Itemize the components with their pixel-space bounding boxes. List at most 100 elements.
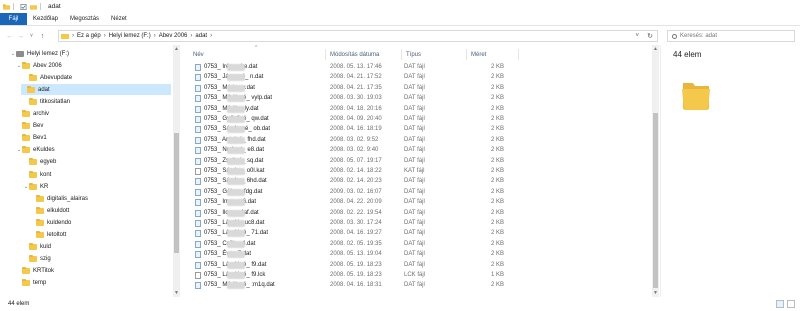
file-row[interactable]: 0753_ Sándor_ 6hd.dat2008. 02. 14. 20:23… — [193, 177, 643, 188]
large-icons-view-button[interactable] — [787, 300, 795, 308]
file-size: 2 KB — [491, 209, 505, 216]
tree-item[interactable]: temp — [16, 278, 46, 289]
dat-file-icon — [195, 84, 201, 92]
breadcrumb-item[interactable]: adat — [195, 33, 207, 39]
tree-item[interactable]: archiv — [16, 109, 49, 120]
breadcrumb-item[interactable]: Helyi lemez (F:) — [109, 33, 151, 39]
ribbon-tab[interactable]: Kezdőlap — [27, 13, 64, 25]
tree-item[interactable]: kuldendo — [30, 217, 71, 228]
tab-file[interactable]: Fájl — [0, 13, 27, 25]
file-row[interactable]: 0753_ Jánosné_ n.dat2008. 04. 21. 17:52D… — [193, 73, 643, 84]
file-type: DAT fájl — [404, 84, 425, 91]
tree-item[interactable]: kont — [23, 169, 51, 180]
file-row[interactable]: 0753_ Mária_ y.dat2008. 04. 21. 17:35DAT… — [193, 84, 643, 95]
file-size: 2 KB — [491, 147, 505, 154]
scroll-up-arrow[interactable]: ▲ — [173, 46, 180, 52]
scroll-down-arrow[interactable]: ▼ — [173, 290, 180, 296]
tree-item[interactable]: ⌄ KR — [23, 181, 48, 192]
column-divider[interactable] — [466, 49, 467, 60]
folder-icon — [36, 231, 44, 238]
tree-item[interactable]: ⌄ Abev 2006 — [16, 60, 62, 71]
file-row[interactable]: 0753_ Mihályné_ vylp.dat2008. 03. 30. 19… — [193, 94, 643, 105]
tree-item[interactable]: elkuldott — [30, 205, 69, 216]
chevron-down-icon[interactable]: ˅ — [635, 33, 639, 39]
file-list-scrollbar[interactable]: ▲ ▼ — [652, 45, 659, 297]
redacted-block — [227, 84, 245, 92]
file-row[interactable]: 0753_ Irén_ uke.dat2008. 05. 13. 17:46DA… — [193, 63, 643, 74]
search-input[interactable]: Keresés: adat — [667, 30, 795, 42]
file-size: 2 KB — [491, 199, 505, 206]
scroll-down-arrow[interactable]: ▼ — [652, 290, 659, 296]
file-row[interactable]: 0753_ Gábor_ fdg.dat2009. 03. 02. 16:07D… — [193, 188, 643, 199]
column-divider[interactable] — [518, 49, 519, 60]
file-type: DAT fájl — [404, 209, 425, 216]
file-row[interactable]: 0753_ Ilona_ 4af.dat2008. 02. 22. 19:54D… — [193, 209, 643, 220]
redacted-block — [227, 199, 245, 207]
chevron-right-icon[interactable]: › — [190, 33, 192, 39]
tree-item[interactable]: Bev1 — [16, 133, 47, 144]
tree-item[interactable]: letoltott — [30, 230, 66, 241]
scroll-up-arrow[interactable]: ▲ — [652, 46, 659, 52]
forward-button[interactable]: → — [15, 33, 26, 40]
file-row[interactable]: 0753_ Lászlóné_ f9.lck2008. 05. 19. 18:2… — [193, 271, 643, 282]
file-row[interactable]: 0753_ Mihály_ ly.dat2008. 04. 18. 20:16D… — [193, 105, 643, 116]
file-row[interactable]: 0753_ Csilla_ 4.dat2008. 02. 05. 19:35DA… — [193, 240, 643, 251]
ribbon-tab[interactable]: Megosztás — [64, 13, 105, 25]
file-row[interactable]: 0753_ László_ uc8.dat2008. 03. 30. 17:24… — [193, 219, 643, 230]
tree-item[interactable]: titkositatlan — [23, 96, 70, 107]
file-row[interactable]: 0753_ Éva_ 7.dat2008. 05. 13. 19:04DAT f… — [193, 250, 643, 261]
address-bar[interactable]: › Ez a gép › Helyi lemez (F:) › Abev 2006 › ad… — [58, 30, 658, 42]
up-button[interactable]: ↑ — [37, 33, 48, 40]
column-header-name[interactable]: Név — [193, 52, 204, 58]
file-size: 2 KB — [491, 64, 505, 70]
file-row[interactable]: 0753_ Győzőné_ qw.dat2008. 04. 09. 20:40… — [193, 115, 643, 126]
breadcrumb-item[interactable]: Ez a gép — [77, 33, 101, 39]
tree-item-label: kuld — [40, 244, 52, 251]
file-row[interactable]: 0753_ Zsoltné_ sq.dat2008. 05. 07. 19:17… — [193, 157, 643, 168]
file-row[interactable]: 0753_ Mihályné_ :m1q.dat2008. 04. 16. 18… — [193, 281, 643, 292]
ribbon-tab[interactable]: Nézet — [105, 13, 133, 25]
tree-item[interactable]: Bev — [16, 121, 43, 132]
file-row[interactable]: 0753_ Norbert_ e8.dat2008. 03. 02. 9:40D… — [193, 146, 643, 157]
column-header-size[interactable]: Méret — [471, 52, 486, 58]
file-row[interactable]: 0753_ Lászlóné_ f9.dat2008. 05. 19. 18:2… — [193, 261, 643, 272]
recent-locations-button[interactable]: ˅ — [26, 33, 37, 39]
chevron-right-icon[interactable]: › — [154, 33, 156, 39]
tree-item-label: Helyi lemez (F:) — [27, 50, 70, 57]
column-header-type[interactable]: Típus — [406, 52, 421, 58]
chevron-right-icon: › — [72, 33, 74, 39]
chevron-right-icon[interactable]: › — [210, 33, 212, 39]
scrollbar-thumb[interactable] — [653, 113, 658, 288]
breadcrumb-item[interactable]: Abev 2006 — [159, 33, 188, 39]
tree-item[interactable]: kuld — [23, 242, 51, 253]
column-header-date[interactable]: Módosítás dátuma — [330, 52, 379, 58]
tree-item[interactable]: ⌄ eKuldes — [16, 145, 55, 156]
properties-icon[interactable] — [20, 3, 27, 10]
column-divider[interactable] — [325, 49, 326, 60]
tree-item[interactable]: Abevupdate — [23, 72, 72, 83]
file-row[interactable]: 0753_ Lászlóné_ 71.dat2008. 04. 16. 19:2… — [193, 229, 643, 240]
file-row[interactable]: 0753_ Antalné_ fhd.dat2008. 03. 02. 9:52… — [193, 136, 643, 147]
tree-item[interactable]: ⌄ Helyi lemez (F:) — [10, 48, 69, 59]
back-button[interactable]: ← — [4, 33, 15, 40]
new-folder-icon[interactable] — [30, 4, 37, 10]
folder-icon — [36, 194, 44, 202]
column-divider[interactable] — [401, 49, 402, 60]
tree-item[interactable]: KRTitok — [16, 266, 54, 277]
file-row[interactable]: 0753_ Sándor_ o0l.kat2008. 02. 14. 18:22… — [193, 167, 643, 178]
file-date: 2008. 03. 02. 9:52 — [330, 136, 379, 143]
tree-item[interactable]: egyeb — [23, 157, 56, 168]
tree-item[interactable]: szig — [23, 254, 51, 265]
scrollbar-thumb[interactable] — [174, 133, 179, 253]
file-row[interactable]: 0753_ Imre_ p6.dat2008. 04. 22. 20:09DAT… — [193, 198, 643, 209]
refresh-icon[interactable]: ↻ — [647, 32, 653, 40]
tree-item[interactable]: digitalis_alairas — [30, 193, 88, 204]
file-size: 2 KB — [491, 251, 505, 258]
details-view-button[interactable] — [776, 300, 784, 308]
chevron-right-icon[interactable]: › — [104, 33, 106, 39]
dat-file-icon — [195, 251, 201, 259]
tree-item[interactable]: adat — [21, 84, 171, 96]
file-row[interactable]: 0753_ Sándorné_ ob.dat2008. 04. 16. 18:1… — [193, 125, 643, 136]
file-size: 2 KB — [491, 220, 505, 226]
navigation-scrollbar[interactable]: ▲ ▼ — [173, 45, 180, 297]
